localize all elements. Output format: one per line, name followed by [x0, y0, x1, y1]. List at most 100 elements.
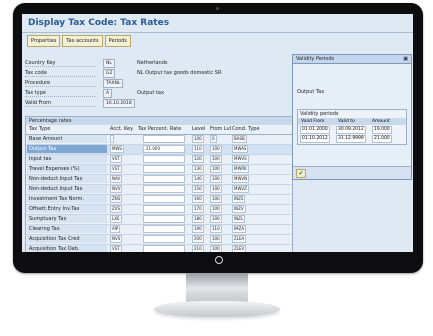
cond-type-cell[interactable]: ZLEA [232, 235, 247, 243]
tax-code-field[interactable]: G2 [103, 69, 116, 78]
tax-type-field[interactable]: A [103, 89, 113, 98]
from-level-cell[interactable]: 100 [210, 195, 222, 203]
cond-type-cell[interactable]: MWAS [232, 145, 249, 153]
tax-rate-input[interactable] [143, 215, 185, 223]
group-title: Validity periods [300, 111, 339, 117]
level-cell[interactable]: 110 [192, 145, 204, 153]
col-level: Level [192, 126, 206, 132]
table-row[interactable]: Input tax VST 120 100 MWVS [26, 155, 292, 165]
level-cell[interactable]: 200 [192, 235, 204, 243]
tax-type-cell: Acquisition Tax Cred [27, 235, 107, 243]
title-divider [22, 32, 413, 33]
tax-rate-input[interactable] [143, 155, 185, 163]
tax-rate-input[interactable] [143, 235, 185, 243]
acct-key-cell[interactable]: LXE [110, 215, 122, 223]
level-cell[interactable]: 140 [192, 175, 204, 183]
acct-key-cell[interactable]: MWS [110, 145, 124, 153]
tax-rate-input[interactable] [143, 245, 185, 252]
tax-rate-input[interactable] [143, 165, 185, 173]
close-icon[interactable]: ▣ [403, 55, 408, 63]
col-tax-type: Tax Type [29, 126, 51, 132]
valid-to-cell[interactable]: 31.12.9999 [336, 135, 366, 143]
tax-rate-input[interactable] [143, 225, 185, 233]
tax-rate-input[interactable] [143, 195, 185, 203]
tax-rate-input[interactable] [143, 135, 185, 143]
checkmark-icon[interactable]: ✔ [296, 169, 306, 178]
level-cell[interactable]: 210 [192, 245, 204, 252]
from-level-cell[interactable]: 110 [210, 225, 222, 233]
amount-cell[interactable]: 19.000 [372, 126, 392, 134]
acct-key-cell[interactable]: NVS [110, 235, 123, 243]
cond-type-cell[interactable]: INZL [232, 215, 246, 223]
dialog-title: Validity Periods [296, 56, 335, 62]
table-row[interactable]: Non-deduct.Input Tax NAV 140 100 MWVN [26, 175, 292, 185]
acct-key-cell[interactable]: VST [110, 245, 122, 252]
country-key-field[interactable]: NL [103, 59, 115, 68]
cond-type-cell[interactable]: IMZA [232, 225, 247, 233]
cond-type-cell[interactable]: MWVN [232, 175, 250, 183]
tax-accounts-button[interactable]: Tax accounts [62, 35, 103, 47]
cond-type-cell[interactable]: BASB [232, 135, 247, 143]
from-level-cell[interactable]: 100 [210, 175, 222, 183]
table-row[interactable]: Output Tax MWS 21.000 110 100 MWAS [26, 145, 292, 155]
acct-key-cell[interactable]: VST [110, 155, 122, 163]
level-cell[interactable]: 190 [192, 225, 204, 233]
table-row[interactable]: Investment Tax Norm. ZNS 160 100 INZS [26, 195, 292, 205]
acct-key-cell[interactable]: NVV [110, 185, 123, 193]
validity-header: Valid From Valid to Amount [298, 118, 406, 125]
table-row[interactable]: Non-deduct.Input Tax NVV 150 100 MWVZ [26, 185, 292, 195]
cond-type-cell[interactable]: INZS [232, 195, 246, 203]
amount-cell[interactable]: 21.000 [372, 135, 392, 143]
tax-rate-input[interactable]: 21.000 [143, 145, 185, 153]
from-level-cell[interactable]: 100 [210, 215, 222, 223]
validity-row[interactable]: 01.10.2012 31.12.9999 21.000 [298, 134, 406, 143]
properties-button[interactable]: Properties [27, 35, 61, 47]
acct-key-cell[interactable]: AIP [110, 225, 121, 233]
acct-key-cell[interactable]: ZNS [110, 195, 123, 203]
acct-key-cell[interactable]: VST [110, 165, 122, 173]
valid-from-field[interactable]: 16.10.2018 [103, 99, 135, 108]
tax-rate-input[interactable] [143, 185, 185, 193]
level-cell[interactable]: 150 [192, 185, 204, 193]
tax-type-cell: Sumptuary Tax [27, 215, 107, 223]
table-row[interactable]: Offsett.Entry Inv.Tax ZVS 170 100 INZV [26, 205, 292, 215]
valid-from-cell[interactable]: 01.01.2000 [300, 126, 330, 134]
from-level-cell[interactable]: 100 [210, 165, 222, 173]
cond-type-cell[interactable]: MWVZ [232, 185, 249, 193]
tax-rate-input[interactable] [143, 175, 185, 183]
tax-rate-input[interactable] [143, 205, 185, 213]
periods-button[interactable]: Periods [104, 35, 131, 47]
level-cell[interactable]: 100 [192, 135, 204, 143]
acct-key-cell[interactable] [110, 135, 114, 143]
validity-periods-group: Validity periods Valid From Valid to Amo… [297, 109, 407, 145]
from-level-cell[interactable]: 100 [210, 145, 222, 153]
table-row[interactable]: Travel Expenses (%) VST 130 100 MWRK [26, 165, 292, 175]
valid-from-cell[interactable]: 01.10.2012 [300, 135, 330, 143]
level-cell[interactable]: 170 [192, 205, 204, 213]
from-level-cell[interactable]: 100 [210, 245, 222, 252]
table-row[interactable]: Sumptuary Tax LXE 180 100 INZL [26, 215, 292, 225]
level-cell[interactable]: 180 [192, 215, 204, 223]
cond-type-cell[interactable]: INZV [232, 205, 246, 213]
level-cell[interactable]: 120 [192, 155, 204, 163]
valid-to-cell[interactable]: 30.09.2012 [336, 126, 366, 134]
from-level-cell[interactable]: 100 [210, 185, 222, 193]
cond-type-cell[interactable]: MWVS [232, 155, 249, 163]
level-cell[interactable]: 130 [192, 165, 204, 173]
table-row[interactable]: Acquisition Tax Cred NVS 200 100 ZLEA [26, 235, 292, 245]
cond-type-cell[interactable]: ZLEV [232, 245, 247, 252]
cond-type-cell[interactable]: MWRK [232, 165, 249, 173]
from-level-cell[interactable]: 100 [210, 205, 222, 213]
from-level-cell[interactable]: 100 [210, 235, 222, 243]
from-level-cell[interactable]: 100 [210, 155, 222, 163]
level-cell[interactable]: 160 [192, 195, 204, 203]
from-level-cell[interactable]: 0 [210, 135, 217, 143]
table-row[interactable]: Acquisition Tax Deb. VST 210 100 ZLEV [26, 245, 292, 252]
sap-screen: Display Tax Code: Tax Rates Properties T… [22, 14, 413, 252]
procedure-field[interactable]: TAXNL [103, 79, 124, 88]
validity-row[interactable]: 01.01.2000 30.09.2012 19.000 [298, 125, 406, 134]
table-row[interactable]: Base Amount 100 0 BASB [26, 135, 292, 145]
acct-key-cell[interactable]: ZVS [110, 205, 123, 213]
acct-key-cell[interactable]: NAV [110, 175, 123, 183]
table-row[interactable]: Clearing Tax AIP 190 110 IMZA [26, 225, 292, 235]
